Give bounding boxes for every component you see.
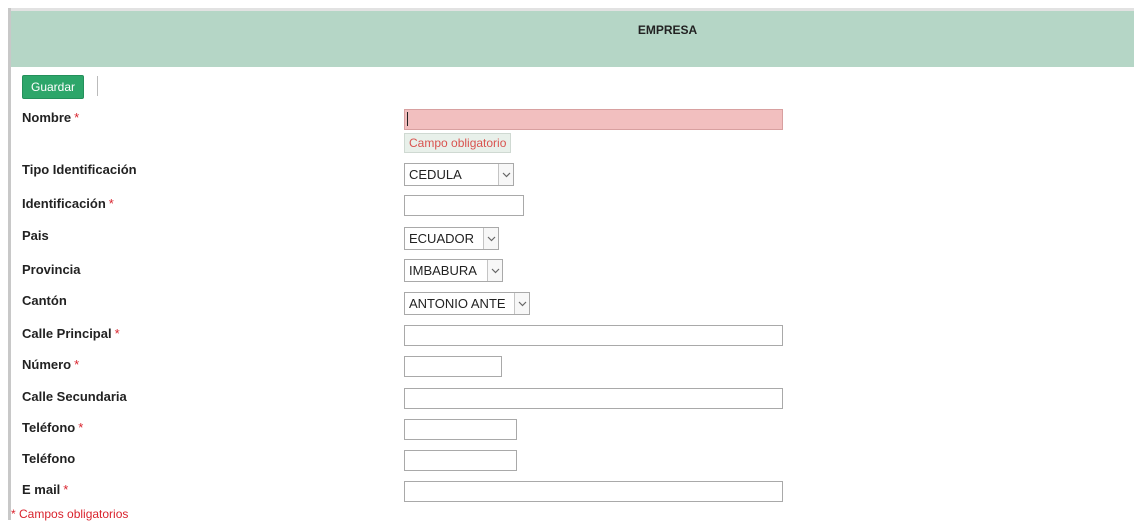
required-mark: *: [78, 420, 83, 435]
identificacion-input[interactable]: [404, 195, 524, 216]
required-mark: *: [109, 196, 114, 211]
tipo-identificacion-label: Tipo Identificación: [22, 162, 137, 177]
numero-label: Número*: [22, 357, 79, 372]
email-label-text: E mail: [22, 482, 60, 497]
required-mark: *: [74, 357, 79, 372]
calle-principal-label: Calle Principal*: [22, 326, 120, 341]
provincia-label-text: Provincia: [22, 262, 81, 277]
calle-secundaria-label-text: Calle Secundaria: [22, 389, 127, 404]
provincia-value: IMBABURA: [405, 263, 487, 278]
page-header: EMPRESA: [11, 11, 1134, 67]
pais-label-text: Pais: [22, 228, 49, 243]
numero-input[interactable]: [404, 356, 502, 377]
tipo-identificacion-value: CEDULA: [405, 167, 498, 182]
telefono-1-label-text: Teléfono: [22, 420, 75, 435]
canton-select[interactable]: ANTONIO ANTE: [404, 292, 530, 315]
pais-label: Pais: [22, 228, 49, 243]
email-label: E mail*: [22, 482, 68, 497]
provincia-select[interactable]: IMBABURA: [404, 259, 503, 282]
email-input[interactable]: [404, 481, 783, 502]
calle-principal-input[interactable]: [404, 325, 783, 346]
telefono-2-label-text: Teléfono: [22, 451, 75, 466]
chevron-down-icon[interactable]: [498, 164, 513, 185]
telefono-2-input[interactable]: [404, 450, 517, 471]
canton-label-text: Cantón: [22, 293, 67, 308]
calle-secundaria-label: Calle Secundaria: [22, 389, 127, 404]
required-mark: *: [63, 482, 68, 497]
pais-select[interactable]: ECUADOR: [404, 227, 499, 250]
page-frame: [8, 8, 1134, 520]
identificacion-label-text: Identificación: [22, 196, 106, 211]
chevron-down-icon[interactable]: [514, 293, 529, 314]
nombre-error-message: Campo obligatorio: [404, 133, 511, 153]
canton-value: ANTONIO ANTE: [405, 296, 514, 311]
page-title: EMPRESA: [11, 23, 1134, 37]
numero-label-text: Número: [22, 357, 71, 372]
tipo-identificacion-label-text: Tipo Identificación: [22, 162, 137, 177]
provincia-label: Provincia: [22, 262, 81, 277]
nombre-label: Nombre*: [22, 110, 79, 125]
pais-value: ECUADOR: [405, 231, 483, 246]
telefono-2-label: Teléfono: [22, 451, 75, 466]
telefono-1-label: Teléfono*: [22, 420, 83, 435]
nombre-label-text: Nombre: [22, 110, 71, 125]
nombre-input[interactable]: [404, 109, 783, 130]
toolbar-separator: [97, 76, 98, 96]
chevron-down-icon[interactable]: [487, 260, 502, 281]
identificacion-label: Identificación*: [22, 196, 114, 211]
telefono-1-input[interactable]: [404, 419, 517, 440]
required-fields-note: * Campos obligatorios: [11, 507, 128, 521]
tipo-identificacion-select[interactable]: CEDULA: [404, 163, 514, 186]
required-mark: *: [115, 326, 120, 341]
calle-secundaria-input[interactable]: [404, 388, 783, 409]
save-button[interactable]: Guardar: [22, 75, 84, 99]
chevron-down-icon[interactable]: [483, 228, 498, 249]
text-cursor: [407, 112, 408, 126]
required-mark: *: [74, 110, 79, 125]
calle-principal-label-text: Calle Principal: [22, 326, 112, 341]
canton-label: Cantón: [22, 293, 67, 308]
